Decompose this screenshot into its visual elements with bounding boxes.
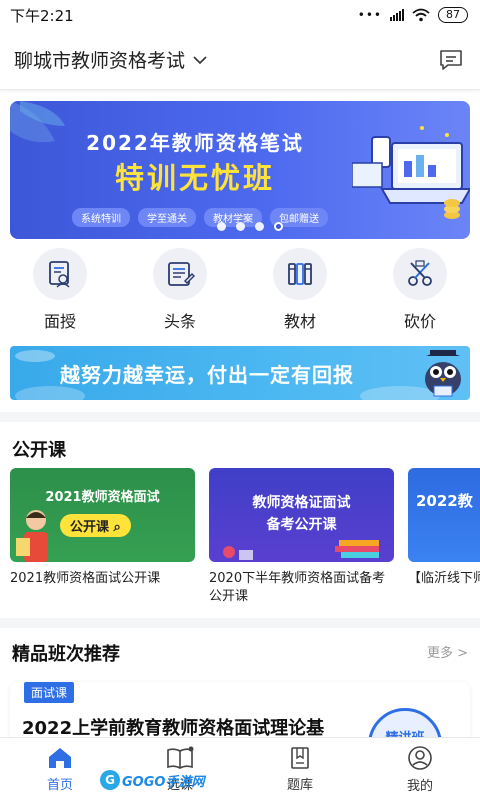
course-thumbnail: 2022教	[408, 468, 480, 562]
course-title: 2021教师资格面试公开课	[10, 571, 161, 586]
teacher-illustration	[16, 510, 48, 562]
thumb-subtitle: 备考公开课	[266, 517, 337, 533]
watermark-logo: G	[100, 770, 120, 790]
pagination-dot[interactable]	[255, 222, 264, 231]
section-divider	[0, 618, 480, 628]
message-button[interactable]	[436, 45, 466, 75]
quick-nav-books[interactable]: 教材	[250, 244, 350, 332]
tab-question-bank[interactable]: 题库	[240, 738, 360, 800]
recommended-class-card[interactable]: 面试课 2022上学前教育教师资格面试理论基 精讲班	[10, 682, 470, 742]
location-label: 聊城市教师资格考试	[14, 50, 186, 72]
thumb-title: 2022教	[416, 492, 473, 510]
course-title: 2020下半年教师资格面试备考公开课	[209, 571, 386, 604]
thumb-title: 2021教师资格面试	[45, 490, 160, 505]
status-icons: ••• 87	[358, 7, 468, 23]
more-dots-icon: •••	[357, 8, 382, 22]
thumb-title: 教师资格证面试	[252, 495, 351, 511]
quick-nav-label: 教材	[283, 312, 316, 331]
search-icon: ⌕	[113, 520, 121, 535]
top-header: 聊城市教师资格考试	[0, 30, 480, 90]
recommended-title: 精品班次推荐	[12, 644, 120, 665]
pagination-dot-active[interactable]	[274, 222, 283, 231]
status-time: 下午2:21	[10, 6, 74, 25]
location-selector[interactable]: 聊城市教师资格考试	[14, 46, 207, 73]
mascot-owl-icon	[425, 350, 461, 397]
quick-nav-label: 头条	[163, 312, 196, 331]
banner-pagination	[217, 222, 283, 231]
face-teaching-icon	[33, 248, 87, 300]
course-thumbnail: 2021教师资格面试 公开课 ⌕	[10, 468, 195, 562]
books-illustration	[223, 540, 379, 560]
bargain-icon	[393, 248, 447, 300]
tab-label: 我的	[406, 778, 433, 794]
quick-nav-label: 面授	[43, 312, 76, 331]
home-icon	[49, 747, 71, 768]
thumb-pill: 公开课 ⌕	[60, 514, 131, 537]
banner-tag: 学至通关	[138, 208, 196, 227]
pagination-dot[interactable]	[236, 222, 245, 231]
pagination-dot[interactable]	[217, 222, 226, 231]
chevron-down-icon	[193, 55, 207, 64]
tab-courses[interactable]: 选课	[120, 738, 240, 800]
section-divider	[0, 412, 480, 422]
course-thumbnail: 教师资格证面试 备考公开课	[209, 468, 394, 562]
public-lesson-list[interactable]: 2021教师资格面试 公开课 ⌕ 2021教师资格面试公开课 教师资格证面试 备…	[10, 468, 480, 608]
public-lessons-title: 公开课	[12, 440, 66, 461]
quick-nav-face-teaching[interactable]: 面授	[10, 244, 110, 332]
motto-text: 越努力越幸运，付出一定有回报	[60, 363, 354, 387]
headline-icon	[153, 248, 207, 300]
book-open-icon	[167, 746, 194, 769]
motto-banner[interactable]: 越努力越幸运，付出一定有回报	[10, 346, 470, 400]
banner-title: 2022年教师资格笔试	[86, 131, 304, 155]
banner-subtitle: 特训无忧班	[114, 161, 275, 195]
wifi-icon	[412, 8, 430, 22]
quick-nav-bargain[interactable]: 砍价	[370, 244, 470, 332]
more-link[interactable]: 更多 >	[427, 642, 468, 661]
user-icon	[408, 745, 432, 770]
battery-indicator: 87	[438, 7, 468, 23]
course-card[interactable]: 2021教师资格面试 公开课 ⌕ 2021教师资格面试公开课	[10, 468, 195, 608]
quick-nav-headline[interactable]: 头条	[130, 244, 230, 332]
promo-banner[interactable]: 2022年教师资格笔试 特训无忧班 系统特训 学至通关 教材学案 包邮赠送	[10, 101, 470, 239]
quick-nav: 面授 头条 教材 砍价	[0, 244, 480, 332]
course-card[interactable]: 2022教 【临沂线下师招考辅导	[408, 468, 480, 608]
class-type-badge: 面试课	[24, 682, 75, 703]
tab-label: 首页	[46, 777, 73, 793]
status-bar: 下午2:21 ••• 87	[0, 0, 480, 30]
books-icon	[273, 248, 327, 300]
tab-label: 题库	[286, 777, 313, 793]
laptop-illustration	[352, 126, 470, 219]
signal-icon	[390, 9, 404, 21]
course-title: 【临沂线下师招考辅导	[408, 571, 480, 586]
question-bank-icon	[291, 746, 309, 769]
watermark: G GOGO手游网	[100, 770, 204, 790]
tab-home[interactable]: 首页	[0, 738, 120, 800]
bottom-nav: 首页 选课 题库 我的	[0, 737, 480, 800]
banner-tag: 系统特训	[72, 208, 130, 227]
course-card[interactable]: 教师资格证面试 备考公开课 2020下半年教师资格面试备考公开课	[209, 468, 394, 608]
message-icon	[440, 49, 462, 70]
banner-tags: 系统特训 学至通关 教材学案 包邮赠送	[72, 208, 328, 227]
tab-mine[interactable]: 我的	[360, 738, 480, 800]
quick-nav-label: 砍价	[403, 312, 436, 331]
watermark-text: GOGO手游网	[122, 774, 205, 790]
thumb-pill-label: 公开课	[70, 520, 110, 535]
